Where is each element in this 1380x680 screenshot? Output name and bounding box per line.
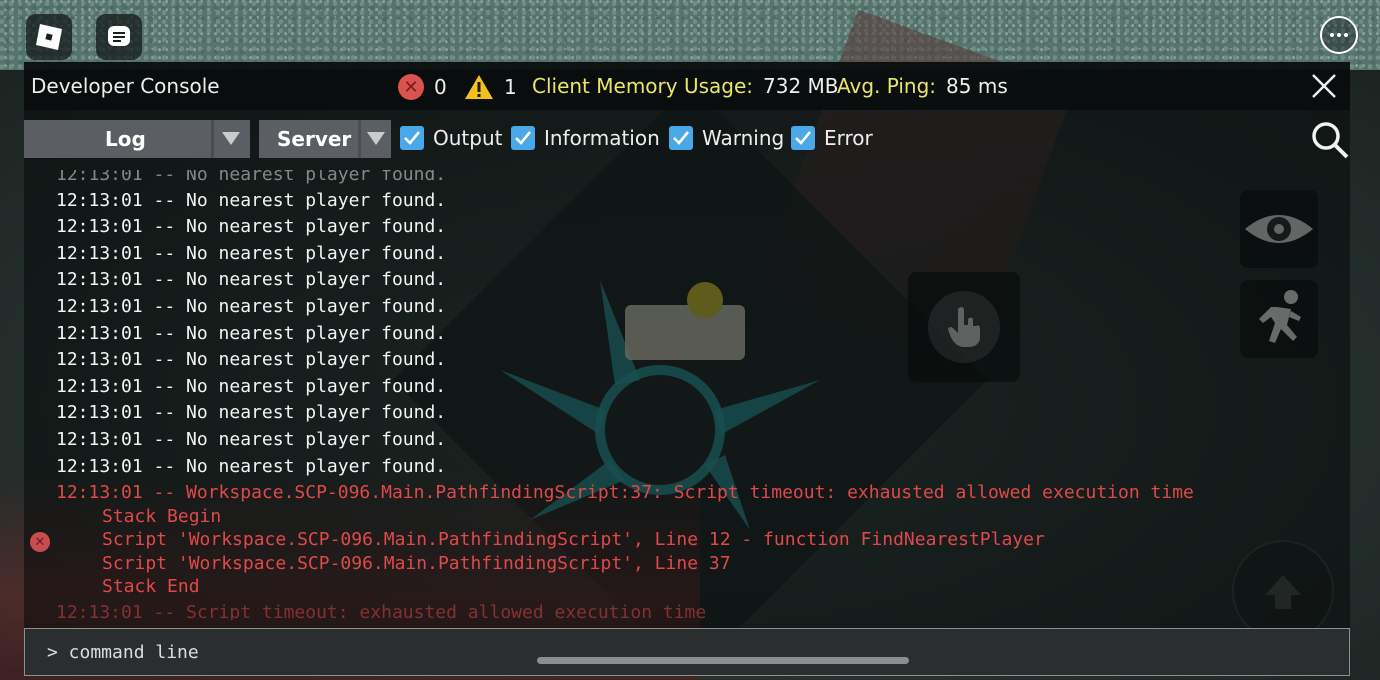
error-count: 0 xyxy=(434,75,447,99)
filter-output-label: Output xyxy=(433,126,503,150)
warning-icon xyxy=(465,75,493,99)
log-dropdown[interactable]: Log xyxy=(24,120,250,158)
filter-information-label: Information xyxy=(544,126,660,150)
filter-output[interactable]: Output xyxy=(400,126,502,150)
log-line: 12:13:01 -- No nearest player found. xyxy=(56,216,447,237)
console-filter-bar: Log Server Output Information Warning Er… xyxy=(24,120,1350,160)
filter-error-label: Error xyxy=(824,126,873,150)
scene-backdrop xyxy=(0,0,1380,70)
roblox-menu-button[interactable] xyxy=(26,14,72,60)
log-line: 12:13:01 -- No nearest player found. xyxy=(56,323,447,344)
chat-button[interactable] xyxy=(96,14,142,60)
chevron-down-icon xyxy=(222,132,240,145)
more-icon xyxy=(1330,33,1334,37)
home-indicator xyxy=(537,657,909,664)
log-line: 12:13:01 -- No nearest player found. xyxy=(56,349,447,370)
filter-error[interactable]: Error xyxy=(791,126,873,150)
error-log-line: 12:13:01 -- Script timeout: exhausted al… xyxy=(56,602,707,620)
stack-line: Script 'Workspace.SCP-096.Main.Pathfindi… xyxy=(102,529,1045,550)
warning-counter[interactable]: 1 xyxy=(464,74,517,100)
server-dropdown-label: Server xyxy=(277,127,352,151)
log-line: 12:13:01 -- No nearest player found. xyxy=(56,269,447,290)
more-button[interactable] xyxy=(1320,16,1358,54)
filter-warning-label: Warning xyxy=(702,126,785,150)
checkbox-checked-icon xyxy=(400,126,424,150)
stack-line: Script 'Workspace.SCP-096.Main.Pathfindi… xyxy=(102,553,731,574)
command-line-placeholder: > command line xyxy=(47,642,199,663)
checkbox-checked-icon xyxy=(669,126,693,150)
checkbox-checked-icon xyxy=(791,126,815,150)
error-icon: ✕ xyxy=(398,74,424,100)
checkbox-checked-icon xyxy=(511,126,535,150)
roblox-logo-icon xyxy=(36,24,62,50)
ping-value: 85 ms xyxy=(946,74,1008,98)
log-line: 12:13:01 -- No nearest player found. xyxy=(56,429,447,450)
close-icon[interactable] xyxy=(1308,70,1340,102)
memory-label: Client Memory Usage: xyxy=(532,74,754,98)
log-line: 12:13:01 -- No nearest player found. xyxy=(56,402,447,423)
memory-usage: Client Memory Usage: 732 MB xyxy=(532,74,839,98)
memory-value: 732 MB xyxy=(763,74,839,98)
chevron-down-icon xyxy=(367,132,385,145)
server-dropdown[interactable]: Server xyxy=(259,120,391,158)
console-title: Developer Console xyxy=(31,74,220,98)
avg-ping: Avg. Ping: 85 ms xyxy=(837,74,1008,98)
stack-line: Stack Begin xyxy=(102,506,222,527)
log-line: 12:13:01 -- No nearest player found. xyxy=(56,190,447,211)
command-line-input[interactable]: > command line xyxy=(24,628,1350,676)
log-line: 12:13:01 -- No nearest player found. xyxy=(56,170,447,185)
error-counter[interactable]: ✕ 0 xyxy=(398,74,447,100)
search-icon[interactable] xyxy=(1310,120,1350,160)
error-log-line: 12:13:01 -- Workspace.SCP-096.Main.Pathf… xyxy=(56,482,1194,503)
chat-icon xyxy=(108,26,130,46)
log-line: 12:13:01 -- No nearest player found. xyxy=(56,243,447,264)
developer-console: Developer Console ✕ 0 1 Client Memory Us… xyxy=(24,62,1350,676)
log-line: 12:13:01 -- No nearest player found. xyxy=(56,456,447,477)
console-title-bar: Developer Console ✕ 0 1 Client Memory Us… xyxy=(24,62,1350,110)
log-line: 12:13:01 -- No nearest player found. xyxy=(56,376,447,397)
error-icon: ✕ xyxy=(30,532,50,552)
warning-count: 1 xyxy=(504,75,517,99)
stack-line: Stack End xyxy=(102,576,200,597)
log-dropdown-label: Log xyxy=(105,127,146,151)
console-log-output[interactable]: 12:13:01 -- No nearest player found. 12:… xyxy=(24,170,1324,620)
filter-information[interactable]: Information xyxy=(511,126,660,150)
ping-label: Avg. Ping: xyxy=(837,74,937,98)
filter-warning[interactable]: Warning xyxy=(669,126,784,150)
log-line: 12:13:01 -- No nearest player found. xyxy=(56,296,447,317)
